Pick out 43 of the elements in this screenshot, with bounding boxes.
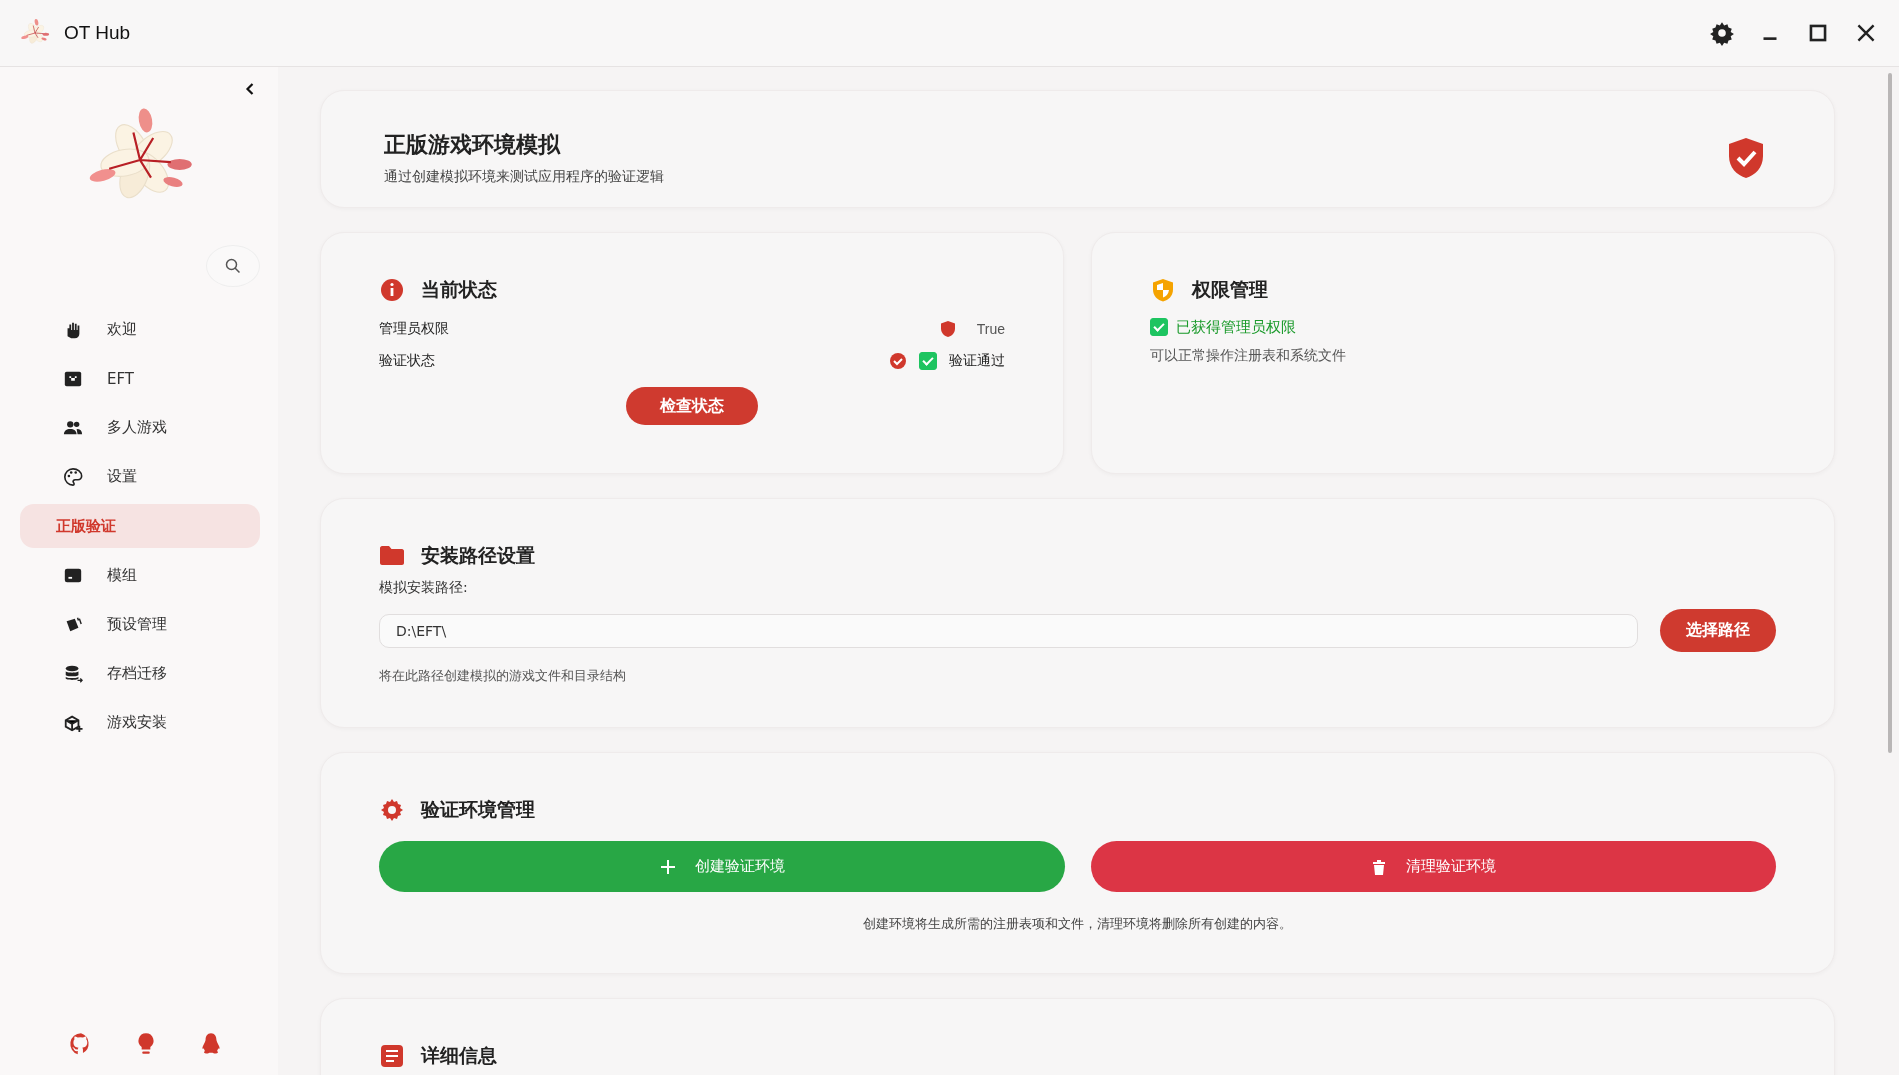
page-subtitle: 通过创建模拟环境来测试应用程序的验证逻辑: [384, 168, 665, 186]
database-icon: [63, 663, 83, 684]
path-field[interactable]: D:\EFT\: [379, 613, 1638, 648]
card-title: 安装路径设置: [421, 543, 535, 568]
card-title: 验证环境管理: [421, 797, 535, 822]
status-value: 验证通过: [949, 352, 1005, 370]
choose-path-button[interactable]: 选择路径: [1660, 609, 1776, 652]
list-icon: [379, 1043, 405, 1069]
shield-icon: [938, 320, 957, 338]
window-title: OT Hub: [64, 22, 131, 44]
sidebar-item[interactable]: 设置: [20, 452, 260, 501]
sidebar-item[interactable]: 欢迎: [20, 305, 260, 354]
scrollbar[interactable]: [1888, 73, 1892, 753]
sidebar-item[interactable]: 预设管理: [20, 600, 260, 649]
sidebar-item[interactable]: 存档迁移: [20, 649, 260, 698]
status-label: 验证状态: [379, 352, 436, 370]
shield-icon: [1150, 277, 1176, 303]
check-circle-icon: [889, 352, 907, 370]
environment-note: 创建环境将生成所需的注册表项和文件，清理环境将删除所有创建的内容。: [862, 916, 1293, 933]
status-value: True: [976, 321, 1005, 337]
card-title: 当前状态: [421, 277, 497, 302]
palette-icon: [63, 466, 83, 487]
field-label: 模拟安装路径:: [379, 579, 469, 597]
sidebar-item[interactable]: 模组: [20, 551, 260, 600]
settings-icon[interactable]: [1709, 20, 1735, 46]
card-title: 详细信息: [421, 1043, 497, 1068]
info-icon: [379, 277, 405, 303]
card-title: 权限管理: [1192, 277, 1268, 302]
search-icon: [224, 257, 242, 275]
check-status-button[interactable]: 检查状态: [626, 387, 758, 425]
plus-icon: [658, 857, 677, 876]
status-label: 管理员权限: [379, 320, 450, 338]
sidebar-item[interactable]: 多人游戏: [20, 403, 260, 452]
permission-status: 已获得管理员权限: [1176, 317, 1296, 337]
gear-icon: [379, 797, 405, 823]
sidebar-item[interactable]: 游戏安装: [20, 698, 260, 747]
sidebar-item[interactable]: EFT: [20, 354, 260, 403]
path-hint: 将在此路径创建模拟的游戏文件和目录结构: [379, 668, 627, 685]
page-title: 正版游戏环境模拟: [384, 131, 562, 159]
permission-note: 可以正常操作注册表和系统文件: [1150, 347, 1347, 365]
sidebar-item[interactable]: 正版验证: [20, 504, 260, 548]
search-button[interactable]: [206, 245, 260, 287]
clean-environment-button[interactable]: 清理验证环境: [1090, 841, 1776, 892]
